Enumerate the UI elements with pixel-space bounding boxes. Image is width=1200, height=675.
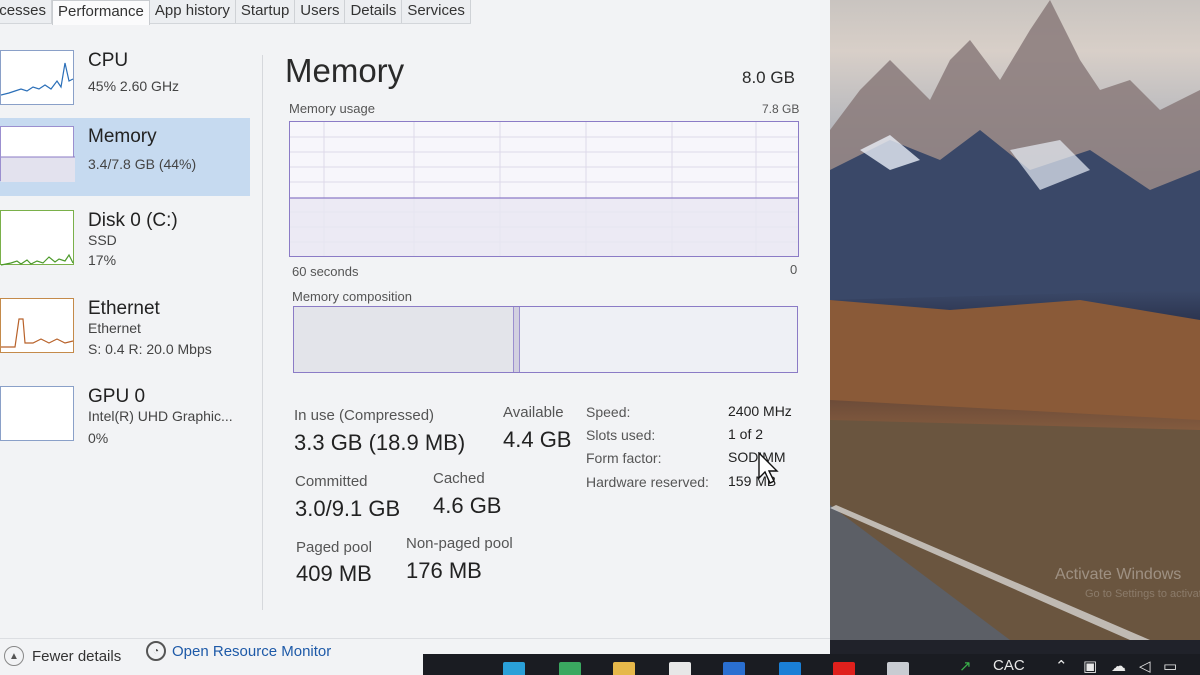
- edge-dev-icon[interactable]: [779, 662, 801, 675]
- activate-windows-watermark: Activate Windows: [1055, 566, 1182, 583]
- youtube-icon[interactable]: [833, 662, 855, 675]
- sidebar-item-label: Memory: [88, 126, 157, 147]
- in-use-label: In use (Compressed): [294, 407, 435, 424]
- sidebar-item-label: Ethernet: [88, 298, 160, 319]
- mail-icon[interactable]: [723, 662, 745, 675]
- mouse-cursor-icon: [758, 452, 779, 484]
- resource-monitor-icon: ◔: [146, 641, 166, 661]
- memory-composition-label: Memory composition: [292, 289, 412, 304]
- tab-details[interactable]: Details: [345, 0, 403, 23]
- open-resource-monitor-link[interactable]: ◔ Open Resource Monitor: [146, 641, 331, 661]
- sidebar-item-cpu[interactable]: CPU 45% 2.60 GHz: [0, 42, 250, 120]
- sidebar-item-detail: 17%: [88, 252, 117, 268]
- memory-usage-max: 7.8 GB: [762, 102, 800, 116]
- form-factor-label: Form factor:: [586, 450, 662, 466]
- in-use-value: 3.3 GB (18.9 MB): [294, 430, 466, 455]
- taskbar: ↗ CAC ⌃ ▣ ☁ ◁ ▭: [423, 654, 1200, 675]
- chrome-icon[interactable]: [559, 662, 581, 675]
- sidebar-item-label: GPU 0: [88, 386, 146, 407]
- tab-app-history[interactable]: App history: [150, 0, 236, 23]
- tab-users[interactable]: Users: [295, 0, 346, 23]
- activate-windows-subtext: Go to Settings to activate: [1085, 588, 1200, 600]
- sidebar-item-detail: S: 0.4 R: 20.0 Mbps: [88, 341, 212, 357]
- open-resource-monitor-label: Open Resource Monitor: [172, 642, 332, 660]
- gpu-thumbnail-graph: [0, 386, 74, 441]
- sidebar-item-detail: 0%: [88, 430, 109, 446]
- sidebar-item-label: CPU: [88, 50, 129, 71]
- available-label: Available: [503, 404, 564, 421]
- tab-bar: Processes Performance App history Startu…: [0, 0, 471, 25]
- tab-services[interactable]: Services: [402, 0, 471, 23]
- fewer-details-button[interactable]: ▲ Fewer details: [4, 646, 121, 666]
- slots-value: 1 of 2: [728, 426, 764, 442]
- composition-modified: [514, 307, 520, 372]
- nonpaged-pool-label: Non-paged pool: [406, 535, 513, 552]
- hardware-reserved-label: Hardware reserved:: [586, 474, 709, 490]
- tray-stock-text[interactable]: CAC: [993, 657, 1025, 674]
- tab-performance[interactable]: Performance: [52, 0, 150, 25]
- edge-icon[interactable]: [503, 662, 525, 675]
- slots-label: Slots used:: [586, 427, 656, 443]
- cloud-icon[interactable]: ☁: [1111, 657, 1126, 675]
- fewer-details-label: Fewer details: [32, 647, 122, 665]
- committed-label: Committed: [295, 473, 368, 490]
- sidebar-item-gpu[interactable]: GPU 0 Intel(R) UHD Graphic... 0%: [0, 378, 250, 456]
- show-hidden-icons-icon[interactable]: ⌃: [1055, 657, 1068, 675]
- sidebar-divider: [262, 55, 263, 610]
- memory-usage-graph: [289, 121, 799, 257]
- sidebar-item-label: Disk 0 (C:): [88, 210, 178, 231]
- desktop-wallpaper: [830, 0, 1200, 640]
- memory-usage-label: Memory usage: [289, 101, 375, 116]
- sidebar-item-detail: SSD: [88, 232, 117, 248]
- memory-composition-bar: [293, 306, 798, 373]
- network-icon[interactable]: ▭: [1163, 657, 1177, 675]
- page-title: Memory: [285, 52, 405, 89]
- task-manager-icon[interactable]: [887, 662, 909, 675]
- memory-thumbnail-graph: [0, 126, 75, 182]
- paged-pool-label: Paged pool: [296, 539, 372, 556]
- sidebar-item-disk[interactable]: Disk 0 (C:) SSD 17%: [0, 202, 250, 280]
- speed-label: Speed:: [586, 404, 631, 420]
- sidebar-item-detail: Ethernet: [88, 320, 141, 336]
- sidebar-item-detail: 45% 2.60 GHz: [88, 78, 180, 94]
- file-explorer-icon[interactable]: [613, 662, 635, 675]
- volume-icon[interactable]: ◁: [1139, 657, 1151, 675]
- speed-value: 2400 MHz: [728, 403, 792, 419]
- sidebar-item-detail: Intel(R) UHD Graphic...: [88, 408, 233, 424]
- task-manager-window: Processes Performance App history Startu…: [0, 0, 830, 675]
- cpu-thumbnail-graph: [0, 50, 74, 105]
- composition-in-use: [294, 307, 514, 372]
- graph-time-label: 60 seconds: [292, 264, 359, 279]
- ethernet-thumbnail-graph: [0, 298, 74, 353]
- disk-thumbnail-graph: [0, 210, 74, 266]
- tab-startup[interactable]: Startup: [236, 0, 296, 23]
- sidebar-item-detail: 3.4/7.8 GB (44%): [88, 156, 197, 172]
- committed-value: 3.0/9.1 GB: [295, 496, 401, 521]
- nonpaged-pool-value: 176 MB: [406, 558, 482, 583]
- meet-icon[interactable]: ▣: [1083, 657, 1097, 675]
- chevron-up-icon: ▲: [4, 646, 24, 666]
- stock-chart-icon[interactable]: ↗: [959, 657, 972, 675]
- cached-label: Cached: [433, 470, 485, 487]
- graph-time-end: 0: [790, 262, 798, 277]
- available-value: 4.4 GB: [503, 427, 572, 452]
- store-icon[interactable]: [669, 662, 691, 675]
- paged-pool-value: 409 MB: [296, 561, 372, 586]
- cached-value: 4.6 GB: [433, 493, 502, 518]
- tab-processes[interactable]: Processes: [0, 0, 52, 23]
- sidebar-item-ethernet[interactable]: Ethernet Ethernet S: 0.4 R: 20.0 Mbps: [0, 290, 250, 368]
- total-memory: 8.0 GB: [742, 68, 795, 87]
- sidebar-item-memory[interactable]: Memory 3.4/7.8 GB (44%): [0, 118, 250, 196]
